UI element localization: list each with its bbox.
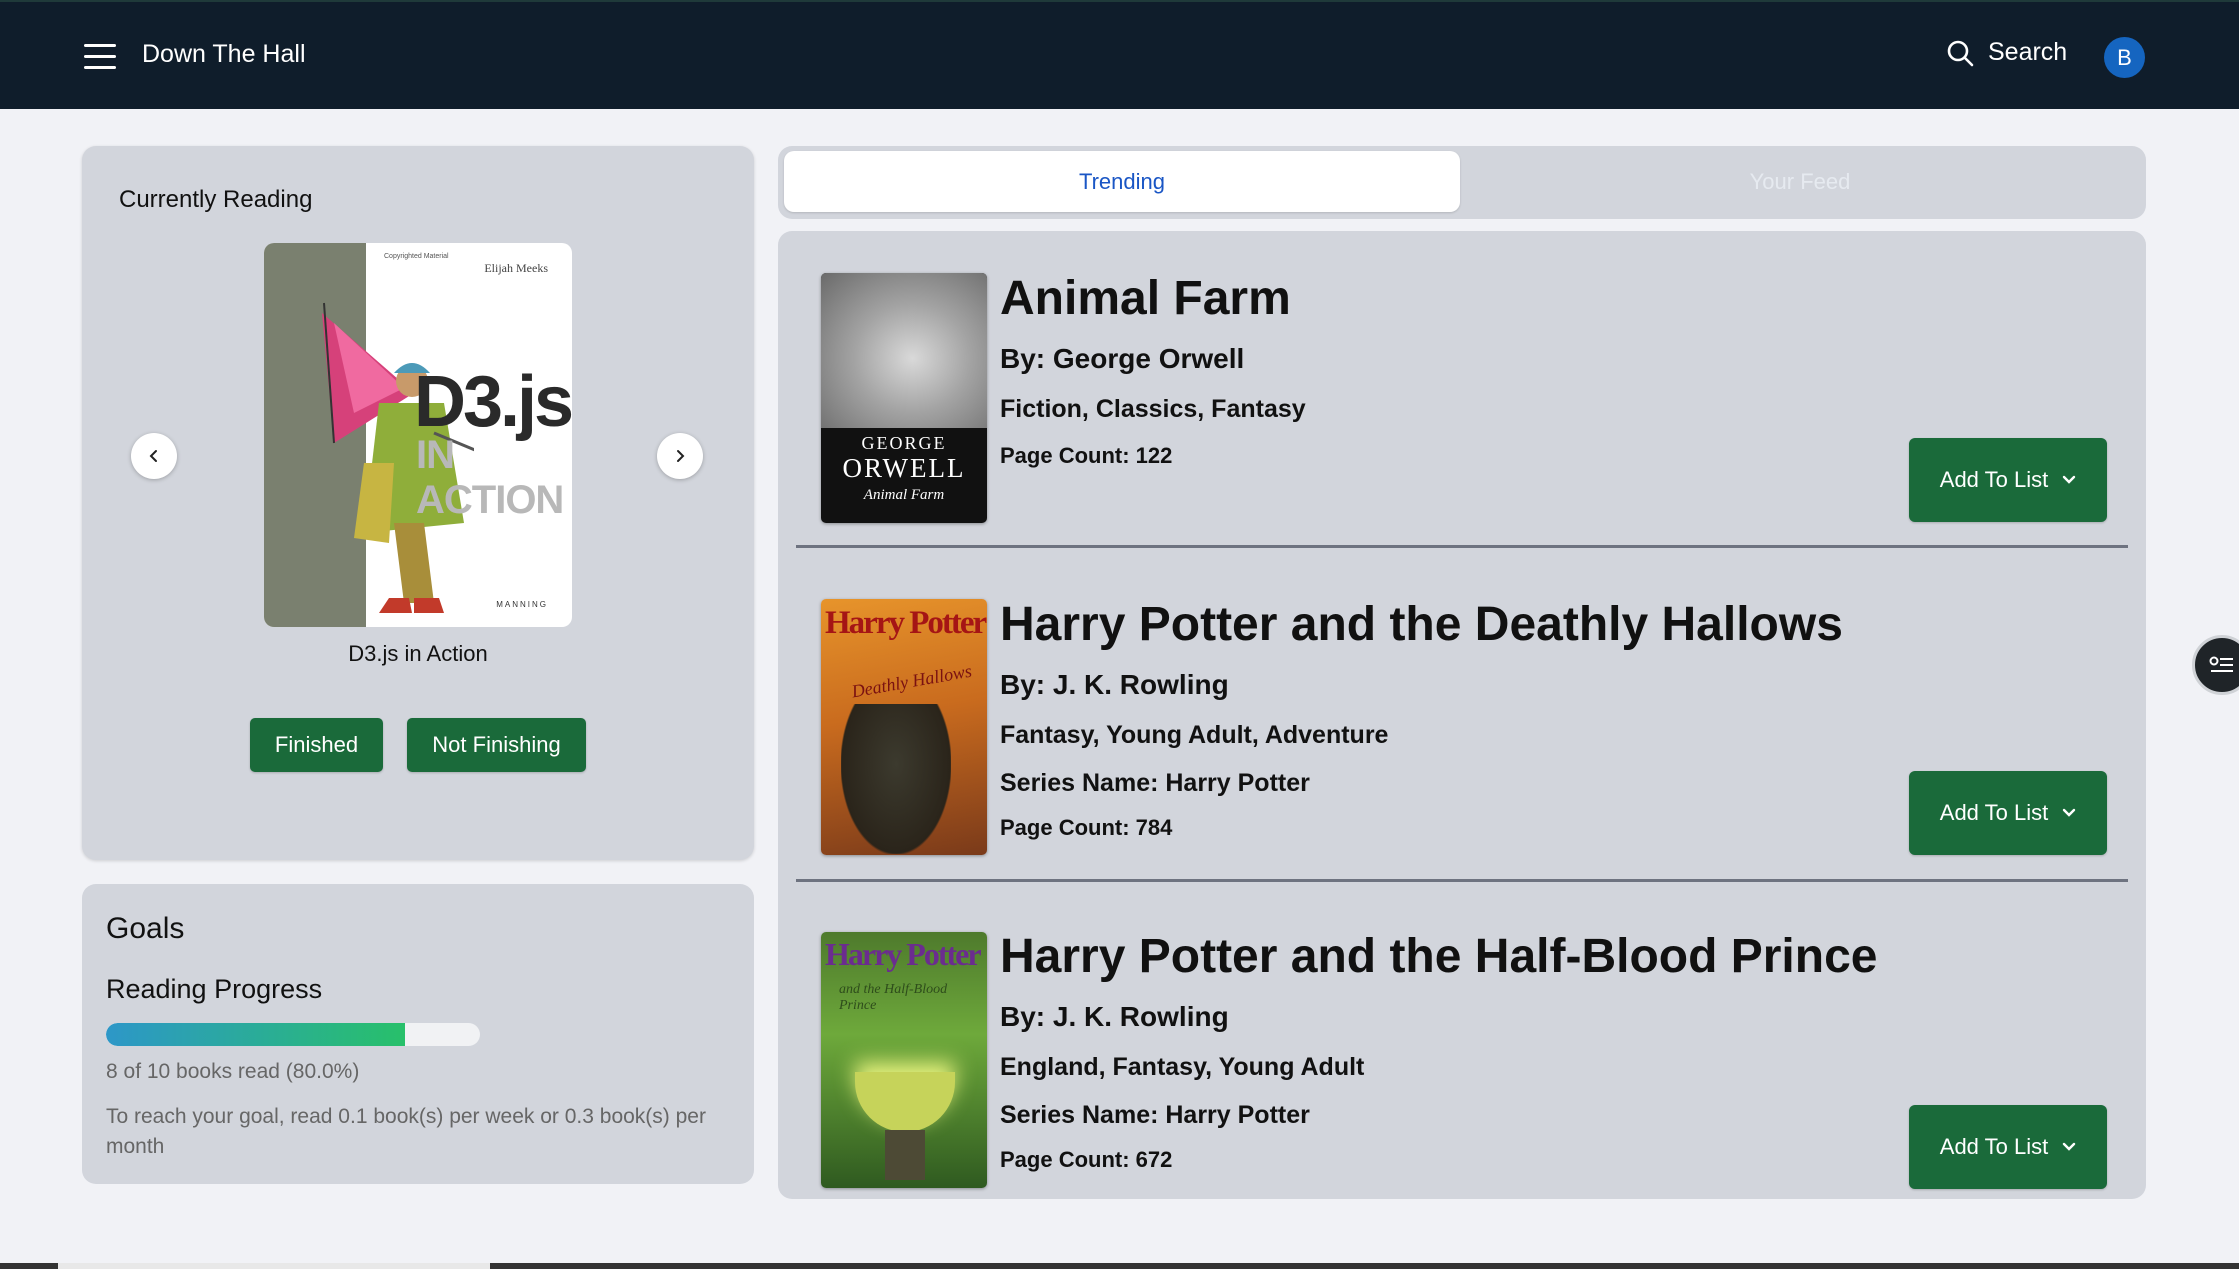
add-to-list-button[interactable]: Add To List	[1909, 1105, 2107, 1189]
chevron-right-icon	[677, 450, 685, 462]
cover-publisher: MANNING	[496, 600, 548, 609]
reading-progress-bar	[106, 1023, 480, 1046]
cover-title-line1: D3.js	[414, 362, 572, 442]
current-book-title: D3.js in Action	[348, 641, 488, 666]
current-book-cover[interactable]: Copyrighted Material Elijah Meeks D3.js …	[264, 243, 572, 627]
cover-author: Elijah Meeks	[484, 261, 548, 275]
list-settings-icon	[2209, 656, 2233, 672]
search-label: Search	[1988, 38, 2068, 66]
book-divider	[796, 545, 2128, 548]
cover-text-series: Harry Potter	[825, 936, 982, 972]
bottom-strip-segment	[58, 1263, 490, 1269]
search-button[interactable]: Search	[1946, 38, 2067, 67]
add-to-list-button[interactable]: Add To List	[1909, 771, 2107, 855]
cover-text-title: Animal Farm	[863, 487, 945, 503]
top-navigation-bar: Down The Hall Search B	[0, 0, 2239, 109]
chevron-left-icon	[149, 450, 157, 462]
book-item-animal-farm: GEORGE ORWELL Animal Farm Animal Farm By…	[778, 231, 2146, 551]
book-author: By: J. K. Rowling	[1000, 669, 1229, 700]
feed-tabs: Trending Your Feed	[778, 146, 2146, 219]
cover-text-subtitle: Deathly Hallows	[850, 660, 974, 702]
side-panel-toggle-button[interactable]	[2192, 635, 2239, 695]
reading-progress-text: 8 of 10 books read (80.0%)	[106, 1060, 360, 1083]
book-title[interactable]: Animal Farm	[1000, 271, 1291, 326]
app-title[interactable]: Down The Hall	[142, 40, 306, 69]
add-to-list-button[interactable]: Add To List	[1909, 438, 2107, 522]
goals-heading: Goals	[106, 912, 185, 945]
book-genres: Fantasy, Young Adult, Adventure	[1000, 721, 1389, 749]
add-to-list-label: Add To List	[1939, 1134, 2049, 1159]
book-page-count: Page Count: 672	[1000, 1147, 1173, 1172]
book-item-half-blood-prince: Harry Potter and the Half-Blood Prince H…	[778, 885, 2146, 1199]
tab-trending[interactable]: Trending	[784, 151, 1460, 212]
currently-reading-heading: Currently Reading	[119, 186, 313, 213]
cover-text-subtitle: and the Half-Blood Prince	[839, 982, 948, 1013]
cover-copyright-top: Copyrighted Material	[384, 253, 449, 260]
cover-pensieve-image	[855, 1072, 955, 1132]
add-to-list-label: Add To List	[1939, 800, 2049, 825]
book-page-count: Page Count: 122	[1000, 443, 1173, 468]
book-series: Series Name: Harry Potter	[1000, 1101, 1310, 1129]
cover-pig-image	[821, 273, 987, 428]
carousel-next-button[interactable]	[657, 433, 703, 479]
add-to-list-label: Add To List	[1939, 467, 2049, 492]
book-item-deathly-hallows: Harry Potter Deathly Hallows Harry Potte…	[778, 551, 2146, 885]
search-icon	[1947, 40, 1974, 66]
chevron-down-icon	[2063, 475, 2076, 484]
book-author: By: George Orwell	[1000, 343, 1245, 374]
reading-progress-fill	[106, 1023, 406, 1046]
cover-figure-image	[841, 704, 951, 854]
book-page-count: Page Count: 784	[1000, 815, 1173, 840]
cover-text-series: Harry Potter	[825, 605, 987, 641]
book-title[interactable]: Harry Potter and the Deathly Hallows	[1000, 597, 1843, 652]
hamburger-icon[interactable]	[84, 44, 116, 70]
chevron-down-icon	[2063, 808, 2076, 817]
cover-text-author-first: GEORGE	[861, 433, 947, 453]
chevron-down-icon	[2063, 1142, 2076, 1151]
book-title[interactable]: Harry Potter and the Half-Blood Prince	[1000, 929, 1877, 984]
trending-book-list: GEORGE ORWELL Animal Farm Animal Farm By…	[778, 231, 2146, 1199]
reading-progress-heading: Reading Progress	[106, 974, 323, 1004]
book-cover-animal-farm[interactable]: GEORGE ORWELL Animal Farm	[821, 273, 987, 523]
tab-your-feed[interactable]: Your Feed	[1462, 151, 2138, 212]
book-divider	[796, 879, 2128, 882]
user-avatar[interactable]: B	[2104, 37, 2145, 78]
currently-reading-card: Currently Reading Copyrighted Material E…	[82, 146, 754, 860]
book-genres: Fiction, Classics, Fantasy	[1000, 395, 1306, 423]
book-cover-half-blood-prince[interactable]: Harry Potter and the Half-Blood Prince	[821, 932, 987, 1188]
finished-button[interactable]: Finished	[250, 718, 383, 772]
not-finishing-button[interactable]: Not Finishing	[407, 718, 586, 772]
bottom-window-strip	[0, 1263, 2239, 1269]
cover-text-author-last: ORWELL	[842, 453, 966, 483]
book-cover-deathly-hallows[interactable]: Harry Potter Deathly Hallows	[821, 599, 987, 855]
goal-pace-text: To reach your goal, read 0.1 book(s) per…	[106, 1105, 706, 1158]
book-author: By: J. K. Rowling	[1000, 1001, 1229, 1032]
carousel-prev-button[interactable]	[131, 433, 177, 479]
goals-card: Goals Reading Progress 8 of 10 books rea…	[82, 884, 754, 1184]
cover-pedestal-image	[885, 1130, 925, 1180]
book-series: Series Name: Harry Potter	[1000, 769, 1310, 797]
cover-title-line2: IN ACTION	[416, 433, 564, 522]
book-genres: England, Fantasy, Young Adult	[1000, 1053, 1365, 1081]
